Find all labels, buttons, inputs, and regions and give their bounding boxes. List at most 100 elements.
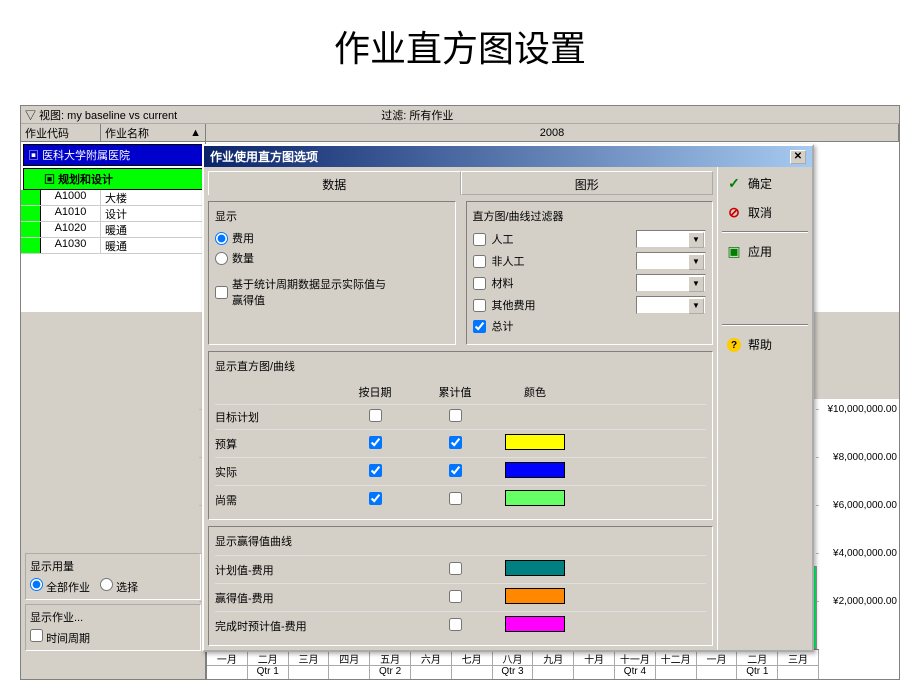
task-id: A1000 [41, 190, 101, 205]
labor-dropdown[interactable] [636, 230, 706, 248]
dialog-title-text: 作业使用直方图选项 [210, 148, 318, 165]
apply-label: 应用 [748, 243, 772, 260]
other-label: 其他费用 [492, 297, 631, 313]
curve-fieldset: 显示直方图/曲线 按日期 累计值 颜色 目标计划 预算 [208, 351, 713, 520]
target-cum-check[interactable] [449, 409, 462, 422]
actual-cum-check[interactable] [449, 464, 462, 477]
material-check[interactable] [473, 277, 486, 290]
table-row[interactable]: A1030暖通 [21, 238, 205, 254]
y-tick: ¥4,000,000.00 [833, 548, 897, 559]
material-dropdown[interactable] [636, 274, 706, 292]
tree-root-label: 医科大学附属医院 [42, 150, 130, 162]
help-label: 帮助 [748, 336, 772, 353]
page-title: 作业直方图设置 [0, 0, 920, 82]
col-bydate: 按日期 [335, 384, 415, 400]
planned-color-swatch[interactable] [505, 560, 565, 576]
close-button[interactable]: ✕ [790, 150, 806, 164]
dialog-titlebar[interactable]: 作业使用直方图选项 ✕ [204, 146, 812, 167]
filter-label[interactable]: 过滤: 所有作业 [381, 107, 453, 123]
nonlabor-check[interactable] [473, 255, 486, 268]
earned-color-swatch[interactable] [505, 588, 565, 604]
display-jobs-title: 显示作业... [30, 609, 196, 625]
tree-group-label: 规划和设计 [58, 174, 113, 186]
task-id: A1010 [41, 206, 101, 221]
budget-color-swatch[interactable] [505, 434, 565, 450]
stat-period-check[interactable] [215, 286, 228, 299]
help-icon: ? [726, 337, 742, 353]
complete-cum-check[interactable] [449, 618, 462, 631]
remaining-bydate-check[interactable] [369, 492, 382, 505]
tree-group[interactable]: ▣ 规划和设计 [23, 168, 203, 190]
help-button[interactable]: ? 帮助 [722, 332, 808, 357]
column-headers: 作业代码 作业名称▲ 2008 [21, 124, 899, 142]
all-jobs-radio[interactable]: 全部作业 [30, 578, 90, 595]
task-name: 大楼 [101, 190, 205, 205]
nonlabor-dropdown[interactable] [636, 252, 706, 270]
y-axis: ¥10,000,000.00 ¥8,000,000.00 ¥6,000,000.… [819, 399, 899, 649]
task-id: A1030 [41, 238, 101, 253]
budget-cum-check[interactable] [449, 436, 462, 449]
curve-title: 显示直方图/曲线 [215, 358, 706, 374]
labor-check[interactable] [473, 233, 486, 246]
nonlabor-label: 非人工 [492, 253, 631, 269]
y-tick: ¥10,000,000.00 [827, 404, 897, 415]
ok-label: 确定 [748, 175, 772, 192]
table-row[interactable]: A1020暖通 [21, 222, 205, 238]
actual-bydate-check[interactable] [369, 464, 382, 477]
apply-icon: ▣ [726, 243, 742, 260]
quantity-label: 数量 [232, 250, 254, 266]
cost-radio[interactable] [215, 232, 228, 245]
display-title: 显示 [215, 208, 449, 224]
col-name-text: 作业名称 [105, 125, 149, 141]
checkmark-icon: ✓ [726, 175, 742, 192]
task-name: 设计 [101, 206, 205, 221]
col-code[interactable]: 作业代码 [21, 124, 101, 141]
dialog-buttons: ✓ 确定 ⊘取消 ▣ 应用 ? 帮助 [717, 167, 812, 650]
earned-cum-check[interactable] [449, 590, 462, 603]
total-label: 总计 [492, 318, 707, 334]
display-usage-title: 显示用量 [30, 558, 196, 574]
remaining-color-swatch[interactable] [505, 490, 565, 506]
tab-data[interactable]: 数据 [208, 171, 461, 195]
row-target-label: 目标计划 [215, 409, 335, 425]
sort-arrow-icon[interactable]: ▲ [190, 127, 201, 139]
col-cumulative: 累计值 [415, 384, 495, 400]
cancel-button[interactable]: ⊘取消 [722, 200, 808, 225]
table-row[interactable]: A1000大楼 [21, 190, 205, 206]
remaining-cum-check[interactable] [449, 492, 462, 505]
cost-label: 费用 [232, 230, 254, 246]
display-usage-section: 显示用量 全部作业 选择 [25, 553, 201, 600]
y-tick: ¥6,000,000.00 [833, 500, 897, 511]
total-check[interactable] [473, 320, 486, 333]
bottom-controls: 显示用量 全部作业 选择 显示作业... 时间周期 [21, 399, 206, 679]
material-label: 材料 [492, 275, 631, 291]
ok-button[interactable]: ✓ 确定 [722, 171, 808, 196]
other-check[interactable] [473, 299, 486, 312]
budget-bydate-check[interactable] [369, 436, 382, 449]
select-jobs-label: 选择 [116, 582, 138, 594]
quantity-radio[interactable] [215, 252, 228, 265]
row-earned-label: 赢得值-费用 [215, 590, 335, 606]
table-row[interactable]: A1010设计 [21, 206, 205, 222]
display-fieldset: 显示 费用 数量 基于统计周期数据显示实际值与赢得值 [208, 201, 456, 345]
other-dropdown[interactable] [636, 296, 706, 314]
filter-title: 直方图/曲线过滤器 [473, 208, 707, 224]
col-name[interactable]: 作业名称 ▲ [101, 124, 206, 141]
all-jobs-label: 全部作业 [46, 582, 90, 594]
complete-color-swatch[interactable] [505, 616, 565, 632]
stat-period-label: 基于统计周期数据显示实际值与赢得值 [232, 276, 392, 308]
select-jobs-radio[interactable]: 选择 [100, 578, 138, 595]
tab-graph[interactable]: 图形 [461, 171, 714, 195]
row-actual-label: 实际 [215, 464, 335, 480]
actual-color-swatch[interactable] [505, 462, 565, 478]
toolbar: ▽ 视图: my baseline vs current 过滤: 所有作业 [21, 106, 899, 124]
tree-root[interactable]: ▣ 医科大学附属医院 [23, 144, 203, 166]
view-label[interactable]: ▽ 视图: my baseline vs current [21, 107, 181, 123]
planned-cum-check[interactable] [449, 562, 462, 575]
y-tick: ¥8,000,000.00 [833, 452, 897, 463]
row-complete-label: 完成时预计值-费用 [215, 618, 335, 634]
cancel-icon: ⊘ [726, 204, 742, 221]
apply-button[interactable]: ▣ 应用 [722, 239, 808, 264]
time-period-check[interactable]: 时间周期 [30, 629, 90, 646]
target-bydate-check[interactable] [369, 409, 382, 422]
